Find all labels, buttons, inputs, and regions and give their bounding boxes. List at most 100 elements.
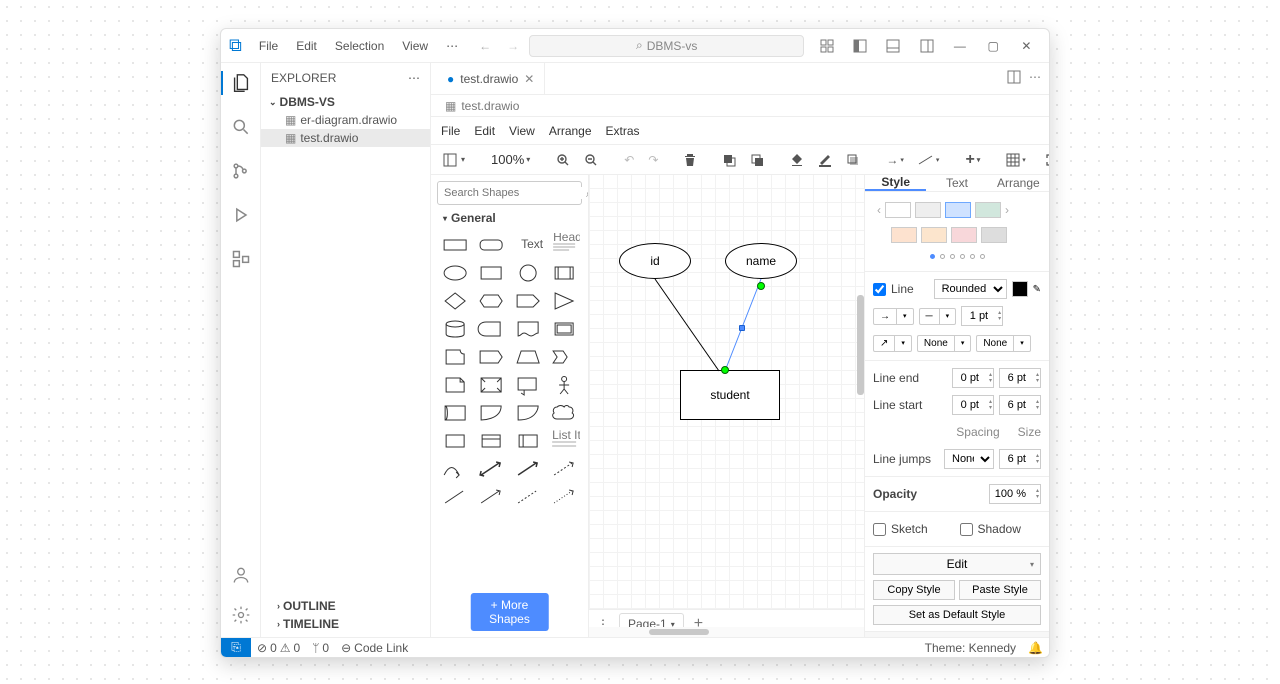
- tb-add-icon[interactable]: + ▾: [961, 148, 984, 172]
- nav-back-icon[interactable]: ←: [473, 39, 497, 53]
- line-color[interactable]: [1012, 281, 1028, 297]
- shapes-category[interactable]: ▾General: [437, 211, 582, 225]
- drawio-menu-edit[interactable]: Edit: [474, 124, 495, 138]
- line-start-b[interactable]: 6 pt: [999, 395, 1041, 415]
- tb-zoom-out-icon[interactable]: [580, 150, 602, 170]
- activity-git-icon[interactable]: [229, 159, 253, 183]
- shape-item[interactable]: [439, 233, 471, 257]
- shape-item[interactable]: [439, 317, 471, 341]
- activity-debug-icon[interactable]: [229, 203, 253, 227]
- format-tab-arrange[interactable]: Arrange: [988, 175, 1049, 191]
- shape-item[interactable]: [548, 401, 580, 425]
- explorer-folder[interactable]: ⌄DBMS-VS: [261, 93, 430, 111]
- drawio-canvas[interactable]: id name student: [589, 175, 864, 609]
- shape-item[interactable]: [439, 373, 471, 397]
- split-editor-icon[interactable]: [1007, 70, 1021, 87]
- line-dash[interactable]: ─▾: [919, 308, 957, 325]
- tb-fullscreen-icon[interactable]: [1042, 151, 1049, 169]
- edit-style-select[interactable]: Edit: [873, 553, 1041, 575]
- layout-icon[interactable]: [812, 31, 841, 61]
- swatch[interactable]: [975, 202, 1001, 218]
- file-test[interactable]: ▦test.drawio: [261, 129, 430, 147]
- window-maximize[interactable]: ▢: [979, 31, 1008, 61]
- shape-item[interactable]: Text: [512, 233, 544, 257]
- line-jumps-select[interactable]: None: [944, 449, 994, 469]
- ellipse-id[interactable]: id: [619, 243, 691, 279]
- activity-search-icon[interactable]: [229, 115, 253, 139]
- shape-item[interactable]: [475, 289, 507, 313]
- color-picker-icon[interactable]: ✎: [1033, 284, 1041, 295]
- shape-item[interactable]: [512, 401, 544, 425]
- editor-tab-test[interactable]: ● test.drawio ✕: [435, 63, 545, 94]
- line-start-a[interactable]: 0 pt: [952, 395, 994, 415]
- status-ports[interactable]: ᛘ0: [306, 641, 335, 655]
- tb-front-icon[interactable]: [718, 150, 740, 170]
- shape-item[interactable]: [475, 457, 507, 481]
- menu-overflow[interactable]: ⋯: [439, 36, 465, 56]
- line-style-select[interactable]: Rounded: [934, 279, 1007, 299]
- panel-left-icon[interactable]: [846, 31, 875, 61]
- line-start-arrow[interactable]: →▾: [873, 308, 914, 325]
- shape-item[interactable]: [512, 485, 544, 509]
- activity-explorer-icon[interactable]: [229, 71, 253, 95]
- status-theme[interactable]: Theme: Kennedy: [919, 641, 1022, 655]
- swatch[interactable]: [921, 227, 947, 243]
- status-codelink[interactable]: ⊖Code Link: [335, 641, 414, 655]
- remote-button[interactable]: ⎘: [221, 638, 251, 657]
- tb-delete-icon[interactable]: [680, 150, 700, 170]
- nav-forward-icon[interactable]: →: [501, 39, 525, 53]
- explorer-more-icon[interactable]: ⋯: [408, 71, 420, 85]
- rect-student[interactable]: student: [680, 370, 780, 420]
- panel-bottom-icon[interactable]: [879, 31, 908, 61]
- sketch-checkbox[interactable]: [873, 523, 886, 536]
- shape-item[interactable]: [512, 457, 544, 481]
- file-er-diagram[interactable]: ▦er-diagram.drawio: [261, 111, 430, 129]
- shape-item[interactable]: [512, 373, 544, 397]
- tb-table-icon[interactable]: ▾: [1002, 150, 1030, 170]
- shape-item[interactable]: [439, 401, 471, 425]
- tb-zoom[interactable]: 100% ▾: [487, 149, 534, 170]
- shapes-search-input[interactable]: [444, 187, 586, 199]
- menu-file[interactable]: File: [252, 36, 285, 56]
- shape-item[interactable]: [475, 373, 507, 397]
- drawio-menu-file[interactable]: File: [441, 124, 460, 138]
- format-tab-style[interactable]: Style: [865, 175, 926, 191]
- line-none-1[interactable]: None▾: [917, 335, 971, 352]
- opacity-input[interactable]: 100 %: [989, 484, 1041, 504]
- canvas-scrollbar-v[interactable]: [857, 295, 864, 395]
- shape-item[interactable]: [548, 373, 580, 397]
- tb-redo-icon[interactable]: ↷: [644, 150, 662, 170]
- shape-item[interactable]: [439, 289, 471, 313]
- command-center-search[interactable]: ⌕ DBMS-vs: [529, 35, 804, 57]
- window-close[interactable]: ✕: [1012, 31, 1041, 61]
- line-end-arrow[interactable]: ↗▾: [873, 335, 912, 352]
- swatch[interactable]: [951, 227, 977, 243]
- ellipse-name[interactable]: name: [725, 243, 797, 279]
- drawio-menu-extras[interactable]: Extras: [606, 124, 640, 138]
- shape-item[interactable]: List Item: [548, 429, 580, 453]
- line-end-b[interactable]: 6 pt: [999, 368, 1041, 388]
- canvas-scrollbar-h[interactable]: [589, 627, 864, 637]
- swatch[interactable]: [981, 227, 1007, 243]
- status-bell-icon[interactable]: 🔔: [1022, 641, 1049, 655]
- breadcrumb[interactable]: ▦test.drawio: [431, 95, 1049, 117]
- shape-item[interactable]: [512, 317, 544, 341]
- swatch[interactable]: [945, 202, 971, 218]
- tb-view-icon[interactable]: ▾: [439, 150, 469, 170]
- tb-zoom-in-icon[interactable]: [552, 150, 574, 170]
- copy-style-button[interactable]: Copy Style: [873, 580, 955, 600]
- panel-right-icon[interactable]: [912, 31, 941, 61]
- shape-item[interactable]: [439, 429, 471, 453]
- editor-more-icon[interactable]: ⋯: [1029, 70, 1041, 87]
- line-jumps-size[interactable]: 6 pt: [999, 449, 1041, 469]
- default-style-button[interactable]: Set as Default Style: [873, 605, 1041, 625]
- shape-item[interactable]: [439, 485, 471, 509]
- explorer-timeline[interactable]: ›TIMELINE: [269, 615, 422, 633]
- shape-item[interactable]: [512, 289, 544, 313]
- tb-waypoint-icon[interactable]: ▾: [914, 151, 944, 169]
- connection-waypoint[interactable]: [739, 325, 745, 331]
- activity-settings-icon[interactable]: [229, 603, 253, 627]
- tb-fill-icon[interactable]: [786, 150, 808, 170]
- drawio-menu-view[interactable]: View: [509, 124, 535, 138]
- swatch[interactable]: [891, 227, 917, 243]
